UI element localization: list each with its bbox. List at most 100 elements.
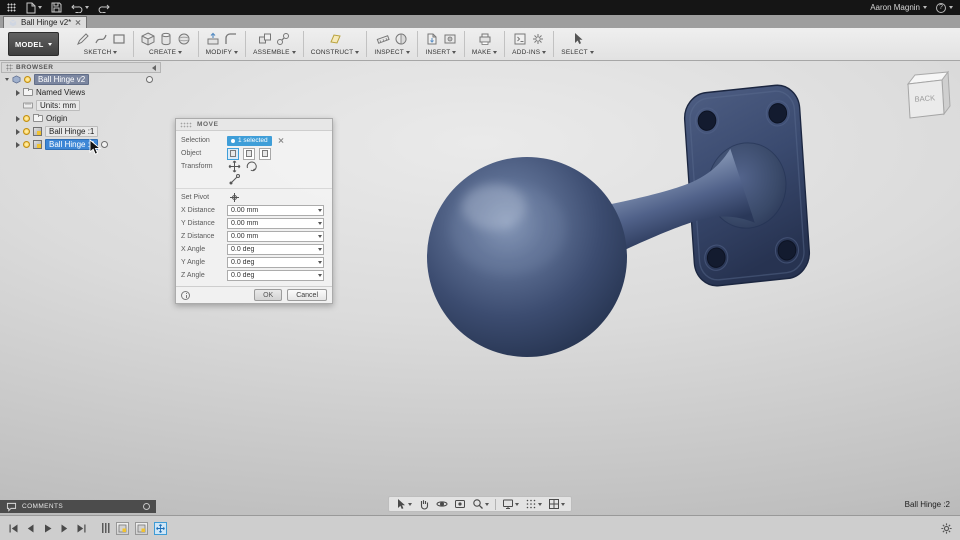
free-move-button[interactable]: [227, 160, 242, 173]
redo-button[interactable]: [98, 2, 110, 13]
caret-down-icon[interactable]: [318, 274, 322, 277]
caret-down-icon[interactable]: [318, 209, 322, 212]
root-document-label[interactable]: Ball Hinge v2: [34, 74, 90, 85]
comments-expand-icon[interactable]: [143, 503, 150, 510]
app-grid-menu-icon[interactable]: [7, 3, 16, 12]
toolbar-group-label[interactable]: MODIFY: [206, 49, 232, 56]
create-sphere-icon[interactable]: [177, 32, 191, 46]
sketch-spline-icon[interactable]: [94, 32, 108, 46]
timeline-feature-move-selected[interactable]: [154, 521, 167, 535]
pan-tool-button[interactable]: [418, 498, 430, 510]
visibility-bulb-icon[interactable]: [23, 141, 30, 148]
toolbar-group-label[interactable]: CREATE: [149, 49, 176, 56]
named-views-label[interactable]: Named Views: [36, 88, 85, 97]
expanded-node-icon[interactable]: [5, 78, 9, 81]
viewport-3d[interactable]: BROWSER Ball Hinge v2 Named Views Units:…: [0, 61, 960, 515]
caret-down-icon[interactable]: [318, 222, 322, 225]
zoom-tool-button[interactable]: [472, 498, 489, 510]
view-cube[interactable]: BACK: [898, 69, 952, 130]
visibility-bulb-icon[interactable]: [23, 128, 30, 135]
close-tab-icon[interactable]: [75, 20, 81, 26]
cancel-button[interactable]: Cancel: [287, 289, 327, 301]
help-button[interactable]: ?: [936, 2, 953, 13]
display-settings-button[interactable]: [502, 498, 519, 510]
set-pivot-button[interactable]: [227, 191, 242, 204]
timeline-play-button[interactable]: [41, 522, 54, 535]
clear-selection-icon[interactable]: [278, 138, 284, 144]
collapsed-node-icon[interactable]: [16, 89, 20, 96]
toolbar-group-label[interactable]: CONSTRUCT: [311, 49, 354, 56]
browser-row-units[interactable]: Units: mm: [1, 99, 161, 112]
ok-button[interactable]: OK: [254, 289, 283, 301]
collapse-browser-icon[interactable]: [152, 64, 156, 71]
undo-button[interactable]: [71, 2, 89, 13]
construct-plane-icon[interactable]: [328, 32, 342, 46]
y-distance-input[interactable]: [227, 218, 324, 229]
visibility-bulb-icon[interactable]: [23, 115, 30, 122]
addins-scripts-icon[interactable]: [513, 32, 527, 46]
timeline-step-forward-button[interactable]: [58, 522, 71, 535]
select-cursor-icon[interactable]: [571, 32, 585, 46]
toolbar-group-label[interactable]: ASSEMBLE: [253, 49, 290, 56]
x-distance-input[interactable]: [227, 205, 324, 216]
user-account-button[interactable]: Aaron Magnin: [870, 3, 927, 12]
component-1-label[interactable]: Ball Hinge :1: [45, 126, 99, 137]
file-menu-button[interactable]: [25, 2, 42, 14]
toolbar-group-label[interactable]: MAKE: [472, 49, 491, 56]
inspect-section-icon[interactable]: [394, 32, 408, 46]
toolbar-group-label[interactable]: SKETCH: [84, 49, 112, 56]
toolbar-group-label[interactable]: SELECT: [561, 49, 588, 56]
create-cylinder-icon[interactable]: [159, 32, 173, 46]
browser-root-row[interactable]: Ball Hinge v2: [1, 73, 161, 86]
document-tab[interactable]: Ball Hinge v2*: [3, 16, 88, 28]
timeline-settings-gear-icon[interactable]: [940, 522, 953, 535]
rotate-transform-button[interactable]: [244, 160, 259, 173]
browser-row-component-2[interactable]: Ball Hinge :2: [1, 138, 161, 151]
collapsed-node-icon[interactable]: [16, 128, 20, 135]
browser-row-origin[interactable]: Origin: [1, 112, 161, 125]
toolbar-group-label[interactable]: INSERT: [425, 49, 450, 56]
z-angle-input[interactable]: [227, 270, 324, 281]
make-3d-print-icon[interactable]: [478, 32, 492, 46]
move-dialog-titlebar[interactable]: MOVE: [176, 119, 332, 131]
addins-gear-icon[interactable]: [531, 32, 545, 46]
selection-chip[interactable]: 1 selected: [227, 135, 272, 146]
insert-file-icon[interactable]: [425, 32, 439, 46]
activate-radio-icon[interactable]: [101, 141, 109, 148]
viewports-button[interactable]: [548, 498, 565, 510]
assemble-component-icon[interactable]: [258, 32, 272, 46]
toolbar-group-label[interactable]: ADD-INS: [512, 49, 540, 56]
browser-row-component-1[interactable]: Ball Hinge :1: [1, 125, 161, 138]
info-icon[interactable]: [181, 290, 190, 300]
visibility-bulb-icon[interactable]: [24, 76, 31, 83]
workspace-selector[interactable]: MODEL: [8, 32, 59, 56]
point-to-point-button[interactable]: [227, 173, 242, 186]
timeline-skip-start-button[interactable]: [7, 522, 20, 535]
x-angle-input[interactable]: [227, 244, 324, 255]
timeline-feature-component-2[interactable]: [135, 521, 148, 535]
inspect-measure-icon[interactable]: [376, 32, 390, 46]
y-angle-input[interactable]: [227, 257, 324, 268]
assemble-joint-icon[interactable]: [276, 32, 290, 46]
z-distance-input[interactable]: [227, 231, 324, 242]
modify-press-pull-icon[interactable]: [206, 32, 220, 46]
look-at-button[interactable]: [454, 498, 466, 510]
timeline-skip-end-button[interactable]: [75, 522, 88, 535]
origin-label[interactable]: Origin: [46, 114, 67, 123]
drag-grip-icon[interactable]: [180, 121, 192, 128]
modify-fillet-icon[interactable]: [224, 32, 238, 46]
select-tool-button[interactable]: [395, 498, 412, 510]
collapsed-node-icon[interactable]: [16, 141, 20, 148]
insert-decal-icon[interactable]: [443, 32, 457, 46]
activate-radio-icon[interactable]: [146, 76, 153, 83]
toolbar-group-label[interactable]: INSPECT: [374, 49, 404, 56]
sketch-pencil-icon[interactable]: [76, 32, 90, 46]
sketch-rectangle-icon[interactable]: [112, 32, 126, 46]
orbit-tool-button[interactable]: [436, 498, 448, 510]
timeline-step-back-button[interactable]: [24, 522, 37, 535]
timeline-playhead-handle[interactable]: [102, 523, 110, 533]
timeline-feature-component-1[interactable]: [116, 521, 129, 535]
object-type-face-button[interactable]: [259, 147, 271, 160]
caret-down-icon[interactable]: [318, 235, 322, 238]
create-box-icon[interactable]: [141, 32, 155, 46]
